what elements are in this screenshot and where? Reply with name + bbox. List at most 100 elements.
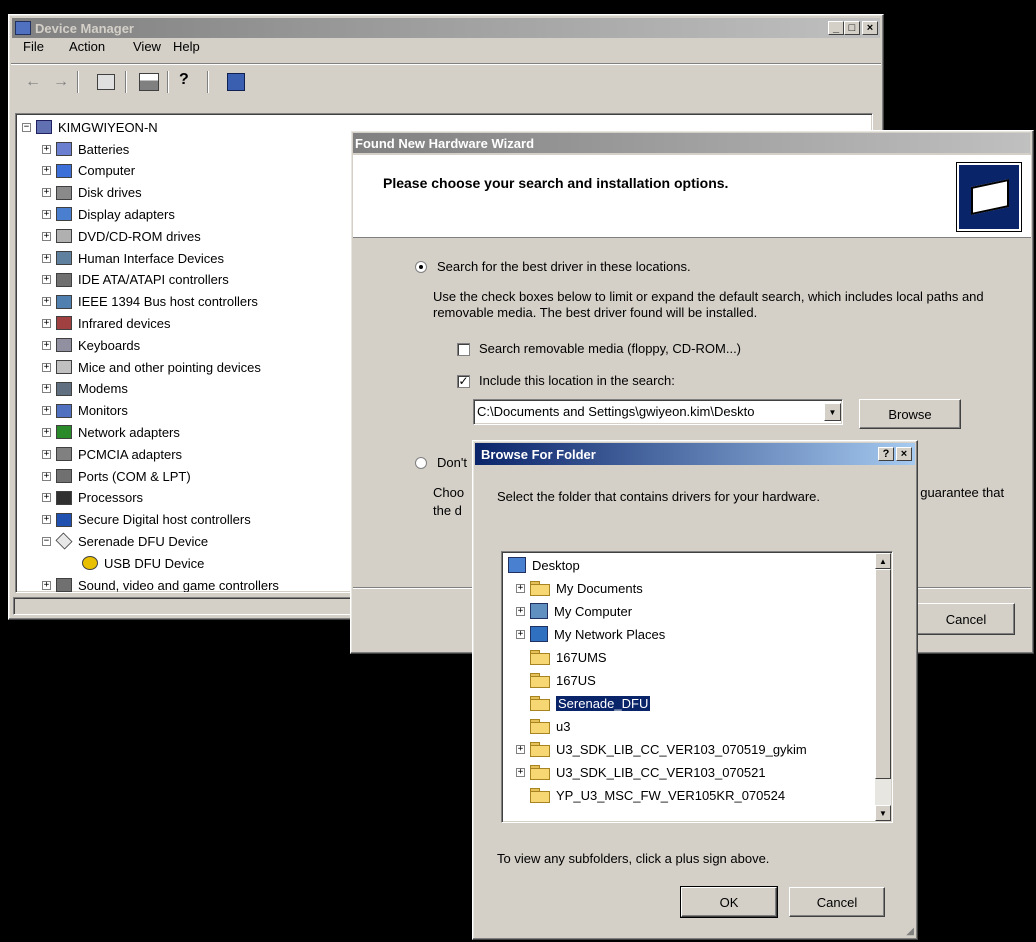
folder-tree-item[interactable]: + My Documents: [516, 577, 643, 599]
combobox-dropdown-icon[interactable]: ▼: [824, 403, 841, 421]
scroll-thumb[interactable]: [875, 569, 891, 779]
help-icon[interactable]: ?: [179, 71, 189, 89]
browse-ok-button[interactable]: OK: [680, 886, 778, 918]
option-search-radio[interactable]: [415, 261, 427, 273]
folder-tree-item[interactable]: + My Network Places: [516, 623, 665, 645]
scroll-up-icon[interactable]: ▲: [875, 553, 891, 569]
option-dont-search-label[interactable]: Don't: [437, 455, 467, 470]
menu-view[interactable]: View: [133, 39, 161, 54]
expand-icon[interactable]: +: [42, 493, 51, 503]
expand-icon[interactable]: +: [42, 449, 51, 459]
device-category-item[interactable]: + Processors: [42, 487, 143, 509]
folder-tree[interactable]: Desktop + My Documents + My Computer + My Netw…: [501, 551, 893, 823]
device-category-item[interactable]: + IDE ATA/ATAPI controllers: [42, 269, 229, 291]
forward-arrow-icon[interactable]: →: [53, 73, 69, 91]
expand-icon[interactable]: +: [516, 583, 525, 593]
browse-button[interactable]: Browse: [859, 399, 961, 429]
scan-hardware-icon[interactable]: [227, 73, 245, 91]
help-button[interactable]: ?: [878, 447, 894, 461]
folder-tree-item[interactable]: + U3_SDK_LIB_CC_VER103_070519_gykim: [516, 738, 807, 760]
minimize-button[interactable]: _: [828, 21, 844, 35]
maximize-button[interactable]: □: [844, 21, 860, 35]
expand-icon[interactable]: +: [516, 629, 525, 639]
menu-file[interactable]: File: [23, 39, 44, 54]
expand-icon[interactable]: +: [516, 767, 525, 777]
expand-icon[interactable]: +: [42, 275, 51, 285]
expand-icon[interactable]: +: [42, 253, 51, 263]
toolbar: ← → ?: [11, 67, 881, 97]
device-manager-titlebar[interactable]: Device Manager _ □ ×: [12, 18, 880, 38]
option-search-label[interactable]: Search for the best driver in these loca…: [437, 259, 691, 274]
folder-tree-item[interactable]: + U3_SDK_LIB_CC_VER103_070521: [516, 761, 766, 783]
device-category-item[interactable]: + DVD/CD-ROM drives: [42, 225, 201, 247]
folder-tree-scrollbar[interactable]: ▲ ▼: [875, 553, 891, 821]
browse-cancel-button[interactable]: Cancel: [789, 887, 885, 917]
removable-media-label[interactable]: Search removable media (floppy, CD-ROM..…: [479, 341, 741, 356]
device-category-item[interactable]: + Keyboards: [42, 334, 140, 356]
device-category-label: Monitors: [78, 403, 128, 419]
folder-tree-item[interactable]: 167UMS: [516, 646, 607, 668]
device-category-item[interactable]: + Ports (COM & LPT): [42, 465, 191, 487]
print-icon[interactable]: [139, 73, 159, 91]
folder-tree-item[interactable]: u3: [516, 715, 570, 737]
location-combobox[interactable]: C:\Documents and Settings\gwiyeon.kim\De…: [473, 399, 843, 425]
option-dont-search-radio[interactable]: [415, 457, 427, 469]
removable-media-checkbox[interactable]: [457, 343, 470, 356]
collapse-icon[interactable]: −: [42, 536, 51, 546]
device-category-item[interactable]: + Modems: [42, 378, 128, 400]
expand-icon[interactable]: +: [42, 580, 51, 590]
wizard-titlebar[interactable]: Found New Hardware Wizard: [353, 133, 1030, 153]
wizard-cancel-button[interactable]: Cancel: [917, 603, 1015, 635]
folder-tree-item[interactable]: Desktop: [508, 554, 580, 576]
scroll-down-icon[interactable]: ▼: [875, 805, 891, 821]
expand-icon[interactable]: +: [42, 297, 51, 307]
tree-root[interactable]: − KIMGWIYEON-N: [22, 116, 158, 138]
device-category-item[interactable]: − Serenade DFU Device: [42, 530, 208, 552]
properties-icon[interactable]: [97, 74, 115, 90]
expand-icon[interactable]: +: [42, 318, 51, 328]
device-category-item[interactable]: + Secure Digital host controllers: [42, 509, 251, 531]
device-category-label: Batteries: [78, 141, 130, 157]
expand-icon[interactable]: +: [42, 427, 51, 437]
close-button[interactable]: ×: [862, 21, 878, 35]
menu-help[interactable]: Help: [173, 39, 200, 54]
expand-icon[interactable]: +: [42, 515, 51, 525]
device-category-item[interactable]: + Human Interface Devices: [42, 247, 224, 269]
expand-icon[interactable]: +: [516, 606, 525, 616]
device-category-item[interactable]: + Sound, video and game controllers: [42, 574, 279, 592]
include-location-label[interactable]: Include this location in the search:: [479, 373, 675, 388]
device-category-item[interactable]: + Mice and other pointing devices: [42, 356, 261, 378]
back-arrow-icon[interactable]: ←: [25, 73, 41, 91]
expand-icon[interactable]: +: [42, 362, 51, 372]
expand-icon[interactable]: +: [42, 231, 51, 241]
device-category-item[interactable]: + Computer: [42, 160, 135, 182]
device-category-item[interactable]: + Monitors: [42, 400, 128, 422]
expand-icon[interactable]: +: [42, 406, 51, 416]
device-category-item[interactable]: + Network adapters: [42, 421, 180, 443]
folder-tree-item[interactable]: YP_U3_MSC_FW_VER105KR_070524: [516, 784, 785, 806]
device-category-item[interactable]: + Infrared devices: [42, 312, 171, 334]
folder-tree-item-selected[interactable]: Serenade_DFU: [516, 692, 652, 714]
browse-close-button[interactable]: ×: [896, 447, 912, 461]
include-location-checkbox[interactable]: ✓: [457, 375, 470, 388]
folder-tree-item[interactable]: + My Computer: [516, 600, 632, 622]
folder-tree-item[interactable]: 167US: [516, 669, 596, 691]
device-category-item[interactable]: + Disk drives: [42, 182, 142, 204]
expand-icon[interactable]: +: [516, 744, 525, 754]
browse-titlebar[interactable]: Browse For Folder ? ×: [475, 443, 915, 465]
expand-icon[interactable]: +: [42, 209, 51, 219]
device-category-item[interactable]: + PCMCIA adapters: [42, 443, 182, 465]
tree-root-expander[interactable]: −: [22, 122, 31, 132]
expand-icon[interactable]: +: [42, 188, 51, 198]
expand-icon[interactable]: +: [42, 471, 51, 481]
device-category-item[interactable]: + Batteries: [42, 138, 129, 160]
expand-icon[interactable]: +: [42, 384, 51, 394]
expand-icon[interactable]: +: [42, 144, 51, 154]
device-category-item[interactable]: + Display adapters: [42, 203, 175, 225]
resize-grip-icon[interactable]: ◢: [906, 926, 914, 937]
expand-icon[interactable]: +: [42, 340, 51, 350]
expand-icon[interactable]: +: [42, 166, 51, 176]
device-category-item[interactable]: USB DFU Device: [82, 552, 204, 574]
device-category-item[interactable]: + IEEE 1394 Bus host controllers: [42, 291, 258, 313]
menu-action[interactable]: Action: [69, 39, 105, 54]
